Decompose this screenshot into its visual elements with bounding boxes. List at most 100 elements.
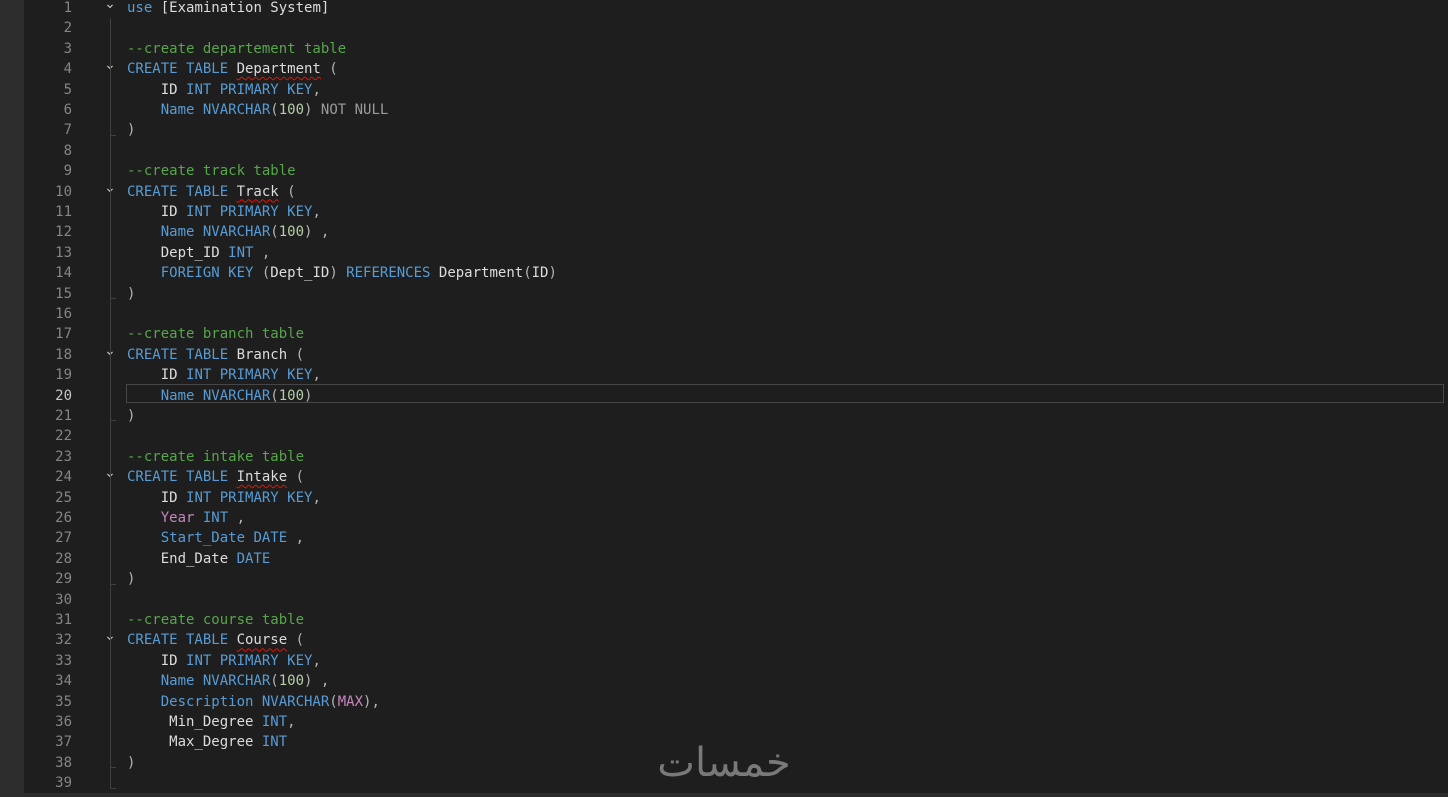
code-text[interactable]: CREATE TABLE Track ( (127, 182, 296, 202)
code-text[interactable]: ID INT PRIMARY KEY, (127, 80, 321, 100)
code-text[interactable]: Description NVARCHAR(MAX), (127, 692, 380, 712)
code-token: Min_Degree (127, 714, 262, 730)
code-line[interactable]: 13 Dept_ID INT , (0, 243, 1448, 263)
code-text[interactable]: CREATE TABLE Branch ( (127, 345, 304, 365)
fold-guide (110, 365, 111, 421)
code-line[interactable]: 9 --create track table (0, 161, 1448, 181)
code-line[interactable]: 24⌄CREATE TABLE Intake ( (0, 466, 1448, 487)
code-token: CREATE TABLE (127, 183, 237, 200)
code-line[interactable]: 3 --create departement table (0, 39, 1448, 59)
code-text[interactable]: --create course table (127, 610, 304, 630)
code-text[interactable]: ID INT PRIMARY KEY, (127, 651, 321, 671)
line-number: 11 (55, 204, 72, 220)
code-line[interactable]: 33 ID INT PRIMARY KEY, (0, 651, 1448, 671)
code-line[interactable]: 35 Description NVARCHAR(MAX), (0, 692, 1448, 712)
code-line[interactable]: 36 Min_Degree INT, (0, 712, 1448, 732)
code-text[interactable]: ID INT PRIMARY KEY, (127, 365, 321, 385)
code-text[interactable]: Name NVARCHAR(100) , (127, 671, 330, 691)
line-number: 37 (55, 734, 72, 751)
line-number: 6 (63, 102, 72, 118)
code-line[interactable]: 22 (0, 426, 1448, 446)
code-line[interactable]: 12 Name NVARCHAR(100) , (0, 222, 1448, 242)
line-number: 4 (63, 61, 72, 78)
code-text[interactable]: CREATE TABLE Department ( (127, 59, 338, 79)
code-token: INT PRIMARY KEY (186, 652, 313, 669)
line-number: 16 (55, 306, 72, 322)
code-text[interactable]: FOREIGN KEY (Dept_ID) REFERENCES Departm… (127, 263, 557, 283)
code-line[interactable]: 28 End_Date DATE (0, 549, 1448, 569)
horizontal-scrollbar[interactable] (0, 793, 1448, 797)
code-text[interactable]: --create branch table (127, 324, 304, 344)
code-line[interactable]: 29) (0, 569, 1448, 589)
code-line[interactable]: 5 ID INT PRIMARY KEY, (0, 80, 1448, 100)
code-line[interactable]: 6 Name NVARCHAR(100) NOT NULL (0, 100, 1448, 120)
code-line[interactable]: 32⌄CREATE TABLE Course ( (0, 629, 1448, 650)
line-number: 22 (55, 428, 72, 445)
code-line[interactable]: 34 Name NVARCHAR(100) , (0, 671, 1448, 691)
code-text[interactable]: ) (127, 569, 135, 589)
code-line[interactable]: 31 --create course table (0, 610, 1448, 630)
code-line[interactable]: 16 (0, 304, 1448, 324)
code-token: INT PRIMARY KEY (186, 489, 313, 506)
line-number: 34 (55, 673, 72, 690)
code-token: ) (127, 754, 136, 771)
code-text[interactable]: --create track table (127, 161, 296, 181)
code-line[interactable]: 10⌄CREATE TABLE Track ( (0, 180, 1448, 202)
line-number: 15 (55, 285, 72, 302)
code-line[interactable]: 2 (0, 18, 1448, 38)
code-line[interactable]: 7) (0, 120, 1448, 140)
code-line[interactable]: 8 (0, 141, 1448, 161)
code-token: --create branch table (127, 326, 305, 343)
code-line[interactable]: 4⌄CREATE TABLE Department ( (0, 58, 1448, 79)
code-text[interactable]: --create intake table (127, 447, 304, 467)
code-text[interactable]: Year INT , (127, 508, 245, 528)
code-token: 100 (278, 224, 305, 241)
code-line[interactable]: 25 ID INT PRIMARY KEY, (0, 488, 1448, 508)
code-text[interactable]: --create departement table (127, 39, 346, 59)
code-line[interactable]: 26 Year INT , (0, 508, 1448, 528)
fold-guide-end (110, 134, 116, 136)
code-line[interactable]: 15) (0, 284, 1448, 304)
code-line[interactable]: 27 Start_Date DATE , (0, 528, 1448, 548)
code-line[interactable]: 19 ID INT PRIMARY KEY, (0, 365, 1448, 385)
code-token: Name (127, 102, 203, 118)
code-line[interactable]: 11 ID INT PRIMARY KEY, (0, 202, 1448, 222)
khamsat-watermark-logo: خمسات (657, 740, 790, 784)
code-text[interactable]: End_Date DATE (127, 549, 271, 569)
line-number: 25 (55, 489, 72, 506)
code-text[interactable]: use [Examination System] (127, 0, 329, 18)
code-text[interactable]: Max_Degree INT (127, 732, 287, 752)
line-number: 12 (55, 224, 72, 241)
code-text[interactable]: ) (127, 753, 135, 773)
code-text[interactable]: Dept_ID INT , (127, 243, 271, 263)
code-line[interactable]: 14 FOREIGN KEY (Dept_ID) REFERENCES Depa… (0, 263, 1448, 283)
code-line[interactable]: 30 (0, 590, 1448, 610)
code-text[interactable]: ) (127, 120, 135, 140)
code-line[interactable]: 17 --create branch table (0, 324, 1448, 344)
code-token: INT (194, 510, 229, 526)
code-token: ) (548, 265, 557, 282)
code-text[interactable]: Min_Degree INT, (127, 712, 295, 732)
code-text[interactable]: ) (127, 284, 135, 304)
code-text[interactable]: CREATE TABLE Intake ( (127, 467, 304, 487)
code-text[interactable]: Start_Date DATE , (127, 528, 304, 548)
code-editor[interactable]: 1 ⌄ use [Examination System] 2 3 --create dep… (0, 0, 1448, 797)
code-text[interactable]: ID INT PRIMARY KEY, (127, 202, 321, 222)
code-text[interactable]: ) (127, 406, 135, 426)
code-line[interactable]: 18⌄CREATE TABLE Branch ( (0, 344, 1448, 365)
code-line[interactable]: 21) (0, 406, 1448, 426)
code-token: ID (127, 489, 187, 506)
code-token: Start_Date (127, 530, 254, 547)
fold-chevron-icon[interactable]: ⌄ (103, 0, 117, 18)
code-line[interactable]: 23 --create intake table (0, 447, 1448, 467)
code-text[interactable]: Name NVARCHAR(100) , (127, 222, 330, 242)
code-text[interactable]: ID INT PRIMARY KEY, (127, 488, 321, 508)
code-token: ID (127, 367, 187, 384)
code-token: Year (160, 510, 195, 526)
code-text[interactable]: CREATE TABLE Course ( (127, 630, 304, 650)
line-number: 1 (63, 0, 72, 16)
fold-guide-end (110, 787, 116, 789)
code-text[interactable]: Name NVARCHAR(100) NOT NULL (127, 100, 389, 120)
code-line[interactable]: 1 ⌄ use [Examination System] (0, 0, 1448, 18)
